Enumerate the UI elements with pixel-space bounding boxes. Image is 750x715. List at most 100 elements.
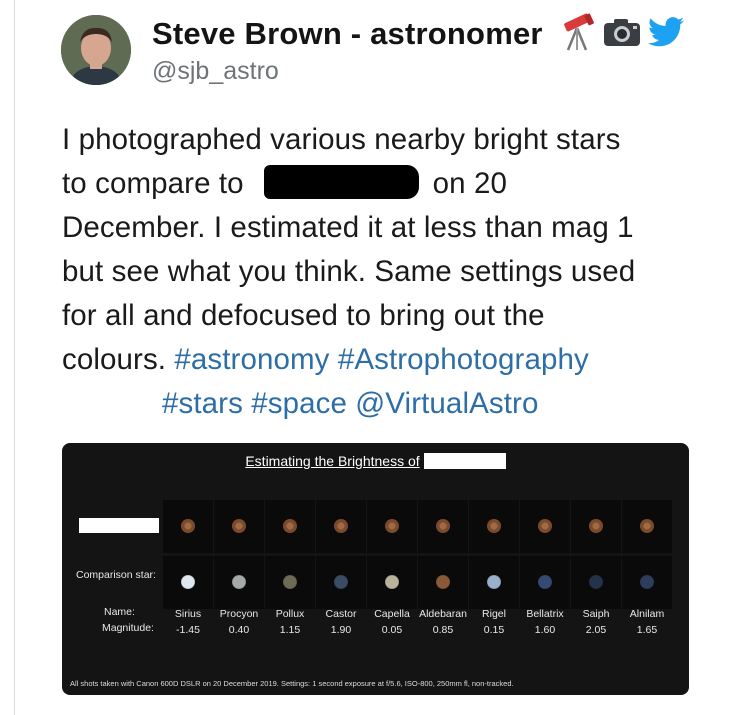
tweet-text: I photographed various nearby bright sta… [62,118,702,426]
target-star-dot [334,519,348,533]
left-border [0,0,15,715]
target-star-dot [589,519,603,533]
star-label-column: Procyon 0.40 [211,606,267,638]
hashtag-link[interactable]: #space [251,387,347,420]
target-star-cell [265,500,315,553]
comparison-star-dot [334,575,348,589]
redaction-block [263,165,419,199]
comparison-star-cell [469,556,519,609]
target-star-cell [316,500,366,553]
tweet-line: colours. [62,343,167,376]
comparison-star-dot [181,575,195,589]
hashtag-link[interactable]: #stars [162,387,243,420]
comparison-star-dot [640,575,654,589]
star-name: Procyon [219,608,259,620]
star-label-column: Sirius -1.45 [160,606,216,638]
tweet-line: for all and defocused to bring out the [62,299,545,332]
comparison-star-dot [538,575,552,589]
star-magnitude: 0.15 [483,624,505,636]
target-star-dot [232,519,246,533]
tweet-line: I photographed various nearby bright sta… [62,123,621,156]
target-star-cell [214,500,264,553]
target-star-dot [181,519,195,533]
target-star-cell [367,500,417,553]
star-label-column: Capella 0.05 [364,606,420,638]
star-label-column: Aldebaran 0.85 [415,606,471,638]
target-star-cell [418,500,468,553]
star-name: Bellatrix [526,608,564,620]
star-name: Castor [325,608,357,620]
star-label-column: Rigel 0.15 [466,606,522,638]
star-name: Alnilam [629,608,665,620]
attached-image[interactable]: Estimating the Brightness of Comparison … [62,443,689,695]
tweet-line: on 20 [432,167,507,200]
name-badges [560,12,684,57]
image-title-text: Estimating the Brightness of [245,453,420,469]
avatar[interactable] [61,15,131,85]
star-magnitude: 2.05 [585,624,607,636]
star-magnitude: -1.45 [176,624,200,636]
star-label-column: Castor 1.90 [313,606,369,638]
target-star-cell [520,500,570,553]
target-star-dot [283,519,297,533]
star-magnitude: 1.15 [279,624,301,636]
camera-icon [602,16,642,53]
name-label: Name: [104,606,135,618]
comparison-star-cell [214,556,264,609]
star-name: Pollux [275,608,305,620]
star-name: Sirius [174,608,202,620]
target-star-cell [163,500,213,553]
image-footer: All shots taken with Canon 600D DSLR on … [70,679,514,688]
star-magnitude: 0.85 [432,624,454,636]
target-star-dot [487,519,501,533]
comparison-star-cell [163,556,213,609]
star-magnitude: 1.65 [636,624,658,636]
comparison-star-dot [436,575,450,589]
avatar-portrait [61,15,131,85]
star-grid [163,500,672,611]
image-title: Estimating the Brightness of [62,453,689,469]
target-star-dot [436,519,450,533]
comparison-star-cell [418,556,468,609]
display-name[interactable]: Steve Brown - astronomer [152,16,543,52]
comparison-star-cell [520,556,570,609]
comparison-star-dot [589,575,603,589]
star-label-column: Bellatrix 1.60 [517,606,573,638]
star-name: Rigel [482,608,506,620]
redaction-block [423,453,506,469]
comparison-star-cell [622,556,672,609]
tweet-line: December. I estimated it at less than ma… [62,211,634,244]
comparison-star-dot [283,575,297,589]
star-label-column: Saiph 2.05 [568,606,624,638]
comparison-star-cell [367,556,417,609]
target-star-cell [469,500,519,553]
tweet-line: to compare to [62,167,244,200]
tweet-line: but see what you think. Same settings us… [62,255,636,288]
star-name: Capella [374,608,410,620]
comparison-star-cell [265,556,315,609]
star-name: Aldebaran [419,608,467,620]
star-name: Saiph [582,608,610,620]
target-star-dot [538,519,552,533]
target-star-dot [385,519,399,533]
comparison-label: Comparison star: [76,569,156,581]
comparison-star-dot [487,575,501,589]
comparison-star-dot [385,575,399,589]
redaction-block [79,518,159,533]
star-magnitude: 0.05 [381,624,403,636]
target-star-cell [571,500,621,553]
telescope-icon [560,12,596,57]
hashtag-link[interactable]: #astronomy [174,343,329,376]
star-magnitude: 1.60 [534,624,556,636]
star-label-column: Pollux 1.15 [262,606,318,638]
target-star-dot [640,519,654,533]
comparison-star-dot [232,575,246,589]
star-magnitude: 0.40 [228,624,250,636]
mention-link[interactable]: @VirtualAstro [355,387,538,420]
comparison-star-cell [571,556,621,609]
twitter-bird-icon [648,17,684,52]
comparison-star-cell [316,556,366,609]
magnitude-label: Magnitude: [102,622,154,634]
hashtag-link[interactable]: #Astrophotography [338,343,589,376]
user-handle[interactable]: @sjb_astro [152,57,279,86]
